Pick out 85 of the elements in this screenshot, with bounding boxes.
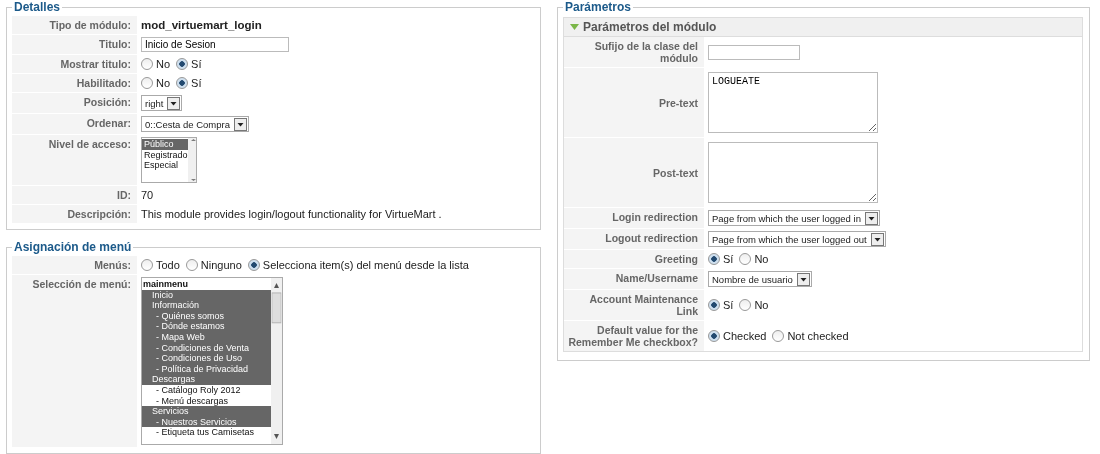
radio-button[interactable] [708,299,720,311]
radio-button[interactable] [176,58,189,70]
list-option[interactable]: Público [142,139,188,150]
field-label: Nivel de acceso: [12,135,137,185]
radio-button[interactable] [247,259,260,271]
panel-title: Parámetros del módulo [583,20,717,34]
field-value: mod_virtuemart_login [141,19,262,31]
list-option[interactable]: - Dónde estamos [142,321,271,332]
expand-arrow-icon[interactable] [570,23,579,31]
field-label: Posición: [12,93,137,113]
radio-button[interactable] [739,299,752,311]
listbox[interactable]: Público Registrado Especial [141,137,197,183]
list-option[interactable]: - Quiénes somos [142,310,271,322]
radio-button[interactable] [141,58,153,70]
list-option[interactable]: Servicios [142,406,271,417]
field-label: Logout redirection [564,229,704,249]
field-label: Mostrar titulo: [12,55,137,73]
dropdown[interactable]: 0::Cesta de Compra [141,116,249,132]
textarea-field[interactable] [708,142,878,203]
field-label: Selección de menú: [12,275,137,447]
radio-button[interactable] [708,253,720,265]
caret-icon [234,117,247,131]
radio-button[interactable] [739,253,752,265]
list-option[interactable]: Inicio [142,289,271,301]
radio-label: No [156,77,171,89]
list-option[interactable]: - Condiciones de Uso [142,353,271,364]
field-label: Default value for the Remember Me checkbox? [564,321,704,351]
dropdown[interactable]: Page from which the user logged in [708,210,880,226]
radio-button[interactable] [176,77,189,89]
field-label: Ordenar: [12,114,137,134]
field-label: Greeting [564,250,704,268]
field-label: Tipo de módulo: [12,16,137,34]
caret-icon [796,272,810,286]
radio-label: Sí [191,77,202,89]
scrollbar[interactable] [187,138,196,182]
dropdown[interactable]: right [141,95,183,111]
field-value: 70 [141,189,154,201]
menu-listbox[interactable] [141,277,283,445]
text-field[interactable]: Inicio de Sesion [141,37,289,52]
field-label: Post-text [564,138,704,207]
radio-label: Todo [156,259,180,271]
radio-button[interactable] [772,330,785,342]
section-title: Parámetros [564,0,633,14]
field-label: Login redirection [564,208,704,228]
section-title: Asignación de menú [13,240,133,254]
radio-button[interactable] [708,330,720,342]
field-label: Habilitado: [12,74,137,92]
list-option[interactable]: Descargas [142,374,271,385]
radio-label: Sí [723,253,734,265]
field-label: Sufijo de la clase del módulo [564,37,704,67]
radio-label: No [754,299,769,311]
caret-icon [167,96,181,110]
radio-label: No [156,58,171,70]
field-label: Menús: [12,256,137,274]
radio-label: No [754,253,769,265]
caret-icon [870,232,884,246]
list-option[interactable]: Registrado [142,149,188,161]
list-option[interactable]: - Nuestros Servicios [142,416,271,428]
section-title: Detalles [13,0,62,14]
list-option[interactable]: Información [142,300,271,311]
radio-label: Selecciona item(s) del menú desde la lista [262,259,469,271]
field-label: Name/Username [564,269,704,289]
scrollbar[interactable] [271,278,282,444]
field-value: This module provides login/logout functionality for VirtueMart . [141,208,442,220]
radio-button[interactable] [141,77,153,89]
caret-icon [864,211,878,225]
dropdown[interactable]: Nombre de usuario [708,271,812,287]
field-label: Pre-text [564,68,704,137]
list-option[interactable]: - Mapa Web [142,331,271,343]
radio-label: Not checked [787,330,849,342]
list-option[interactable]: - Política de Privacidad [142,363,271,375]
text-field[interactable] [708,44,800,60]
radio-label: Sí [191,58,202,70]
radio-label: Ninguno [200,259,242,271]
textarea-field[interactable]: LOGUEATE [708,72,878,133]
radio-button[interactable] [185,259,198,271]
field-label: Titulo: [12,35,137,54]
radio-button[interactable] [141,259,153,271]
field-label: Descripción: [12,205,137,223]
field-label: ID: [12,186,137,204]
radio-label: Checked [723,330,767,342]
radio-label: Sí [723,299,734,311]
list-option[interactable]: - Condiciones de Venta [142,342,271,354]
dropdown[interactable]: Page from which the user logged out [708,231,886,247]
field-label: Account Maintenance Link [564,290,704,320]
